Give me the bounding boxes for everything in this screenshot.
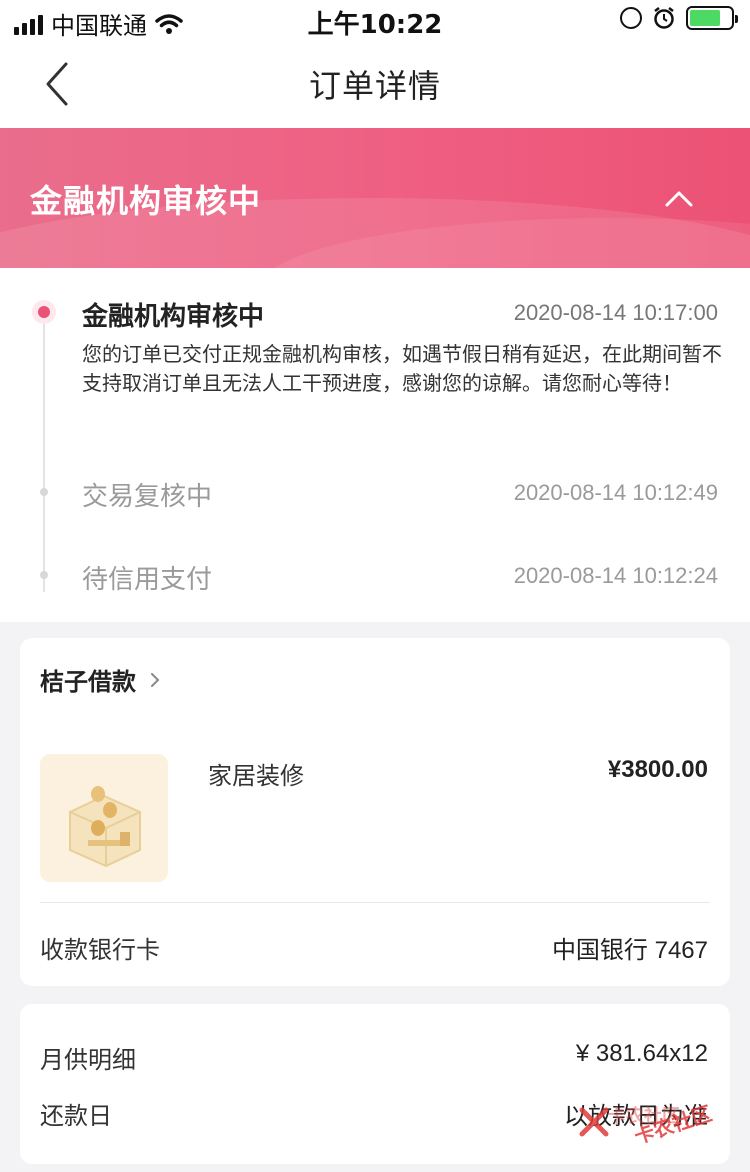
- timeline-line: [43, 312, 45, 592]
- bank-card-label: 收款银行卡: [40, 936, 160, 964]
- coin-box-icon: [69, 786, 141, 868]
- timeline-title: 金融机构审核中: [82, 302, 265, 332]
- timeline-time: 2020-08-14 10:17:00: [513, 300, 718, 325]
- bank-card-value: 中国银行 7467: [551, 937, 708, 964]
- timeline-time: 2020-08-14 10:12:49: [513, 480, 718, 505]
- timeline-title: 待信用支付: [82, 565, 213, 595]
- watermark-logo-icon: [579, 1107, 609, 1137]
- due-date-label: 还款日: [40, 1102, 112, 1130]
- timeline-desc: 您的订单已交付正规金融机构审核，如遇节假日稍有延迟，在此期间暂不支持取消订单且无…: [82, 342, 722, 395]
- chevron-right-icon: [151, 672, 160, 687]
- battery-icon: [686, 6, 738, 30]
- lender-link[interactable]: 桔子借款: [40, 662, 162, 697]
- orientation-lock-icon: [620, 7, 642, 29]
- watermark: 卡农社区 卡农社区: [576, 1098, 746, 1158]
- order-card: 桔子借款 家居装修 ¥3800.00 收款银行卡 中国银行 7467: [20, 638, 730, 986]
- alarm-icon: [654, 7, 674, 29]
- timeline-dot: [40, 488, 48, 496]
- product-image: [40, 754, 168, 882]
- divider: [40, 902, 710, 903]
- timeline-active-dot: [32, 300, 56, 324]
- lender-name: 桔子借款: [40, 668, 136, 696]
- status-bar: 中国联通 上午10:22: [0, 0, 750, 40]
- timeline-title: 交易复核中: [82, 482, 213, 512]
- status-right: [620, 6, 738, 30]
- timeline-time: 2020-08-14 10:12:24: [513, 563, 718, 588]
- loan-purpose: 家居装修: [208, 762, 304, 790]
- monthly-payment-label: 月供明细: [40, 1046, 136, 1074]
- nav-bar: 订单详情: [0, 40, 750, 128]
- banner-title: 金融机构审核中: [30, 182, 262, 220]
- chevron-up-icon[interactable]: [664, 184, 694, 214]
- timeline-dot: [40, 571, 48, 579]
- monthly-payment-value: ¥ 381.64x12: [575, 1040, 708, 1067]
- page-title: 订单详情: [308, 67, 441, 105]
- loan-amount: ¥3800.00: [607, 756, 708, 783]
- back-icon[interactable]: [38, 60, 78, 108]
- status-banner[interactable]: 金融机构审核中: [0, 128, 750, 268]
- order-timeline: 金融机构审核中 2020-08-14 10:17:00 您的订单已交付正规金融机…: [0, 268, 750, 622]
